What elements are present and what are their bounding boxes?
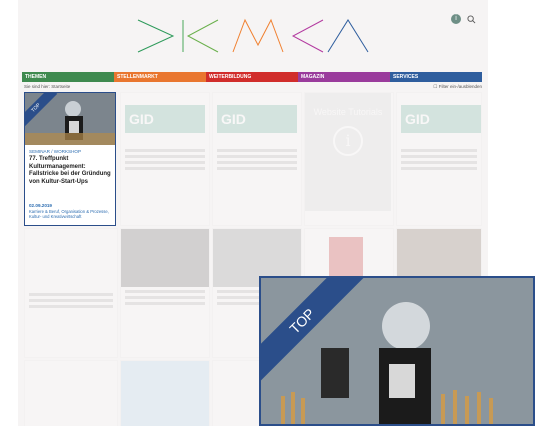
breadcrumb: Sie sind hier: Startseite ☐ Filter ein-/…: [24, 84, 482, 91]
gid-logo: GID: [125, 105, 205, 133]
featured-category: SEMINAR / WORKSHOP: [29, 149, 82, 154]
search-icon[interactable]: [467, 14, 476, 24]
tile-text: [213, 149, 301, 170]
header-icons: i: [451, 14, 476, 24]
main-nav: THEMEN STELLENMARKT WEITERBILDUNG MAGAZI…: [22, 72, 482, 82]
zoom-preview: TOP: [259, 276, 535, 426]
tile-text: [121, 149, 209, 170]
nav-item-services[interactable]: SERVICES: [390, 72, 482, 82]
site-header: i: [18, 0, 488, 72]
info-icon: i: [333, 126, 363, 156]
tile-image: [329, 237, 363, 277]
tile[interactable]: GID: [212, 92, 302, 226]
nav-item-themen[interactable]: THEMEN: [22, 72, 114, 82]
performer-illustration-large: [261, 278, 533, 424]
nav-item-weiterbildung[interactable]: WEITERBILDUNG: [206, 72, 298, 82]
tile-text: [121, 290, 209, 305]
gid-logo: GID: [401, 105, 481, 133]
breadcrumb-text: Sie sind hier: Startseite: [24, 84, 71, 89]
featured-title[interactable]: 77. Treffpunkt Kulturmanagement: Fallstr…: [29, 156, 113, 186]
nav-item-stellenmarkt[interactable]: STELLENMARKT: [114, 72, 206, 82]
filter-toggle-label: Filter ein-/ausblenden: [438, 84, 482, 89]
info-heading: Website Tutorials: [313, 107, 383, 117]
zoom-image: [261, 278, 533, 424]
featured-date: 02.09.2019: [29, 203, 52, 208]
tile-image: [121, 229, 209, 287]
info-tile: Website Tutorials i: [305, 93, 391, 211]
tile[interactable]: [120, 360, 210, 426]
tile[interactable]: [24, 228, 118, 358]
tile-text: [397, 149, 481, 170]
tile-text: [25, 293, 117, 308]
kmn-logo[interactable]: [133, 15, 373, 57]
tile[interactable]: GID: [396, 92, 482, 226]
tile[interactable]: Website Tutorials i: [304, 92, 394, 226]
tile[interactable]: GID: [120, 92, 210, 226]
tile[interactable]: [24, 360, 118, 426]
filter-toggle[interactable]: ☐ Filter ein-/ausblenden: [433, 84, 482, 90]
gid-logo: GID: [217, 105, 297, 133]
featured-image: TOP: [25, 93, 115, 145]
featured-tags[interactable]: Karriere & Beruf, Organisation & Prozess…: [29, 209, 113, 219]
nav-item-magazin[interactable]: MAGAZIN: [298, 72, 390, 82]
featured-tile[interactable]: TOP SEMINAR / WORKSHOP 77. Treffpunkt Ku…: [24, 92, 116, 226]
user-icon[interactable]: i: [451, 14, 461, 24]
tile[interactable]: [120, 228, 210, 358]
